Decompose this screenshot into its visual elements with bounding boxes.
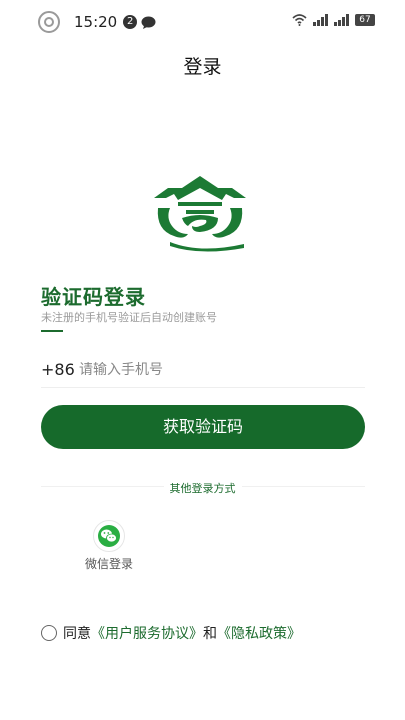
wechat-login-button[interactable]: 微信登录 [78,520,140,572]
battery-icon: 67 [355,14,375,26]
other-login-label: 其他登录方式 [0,480,405,496]
wechat-icon[interactable] [93,520,125,552]
page-title: 登录 [183,56,222,78]
phone-input[interactable] [79,361,349,378]
phone-row: +86 [41,352,365,388]
login-heading: 验证码登录 [41,285,146,309]
agreement-radio[interactable] [41,625,57,641]
login-subheading: 未注册的手机号验证后自动创建账号 [41,311,217,324]
agreement-row: 同意 《用户服务协议》 和 《隐私政策》 [41,623,301,643]
status-left: 15:20 2 [38,11,156,33]
country-code[interactable]: +86 [41,360,79,379]
signal-icon [334,14,349,26]
chat-bubble-icon [141,16,156,29]
status-bar: 15:20 2 67 [0,0,405,44]
agreement-and: 和 [203,626,217,642]
signal-icon [313,14,328,26]
status-time: 15:20 [74,13,118,31]
privacy-link[interactable]: 《隐私政策》 [217,623,301,643]
agreement-prefix: 同意 [63,626,91,642]
get-code-button[interactable]: 获取验证码 [41,405,365,449]
ring-icon [38,11,60,33]
wechat-login-label: 微信登录 [84,557,133,571]
status-right: 67 [292,14,375,26]
building-roof-logo [154,176,246,252]
wifi-icon [292,14,307,26]
terms-link[interactable]: 《用户服务协议》 [91,623,203,643]
heading-underline [41,330,63,332]
notification-badge: 2 [123,15,138,29]
